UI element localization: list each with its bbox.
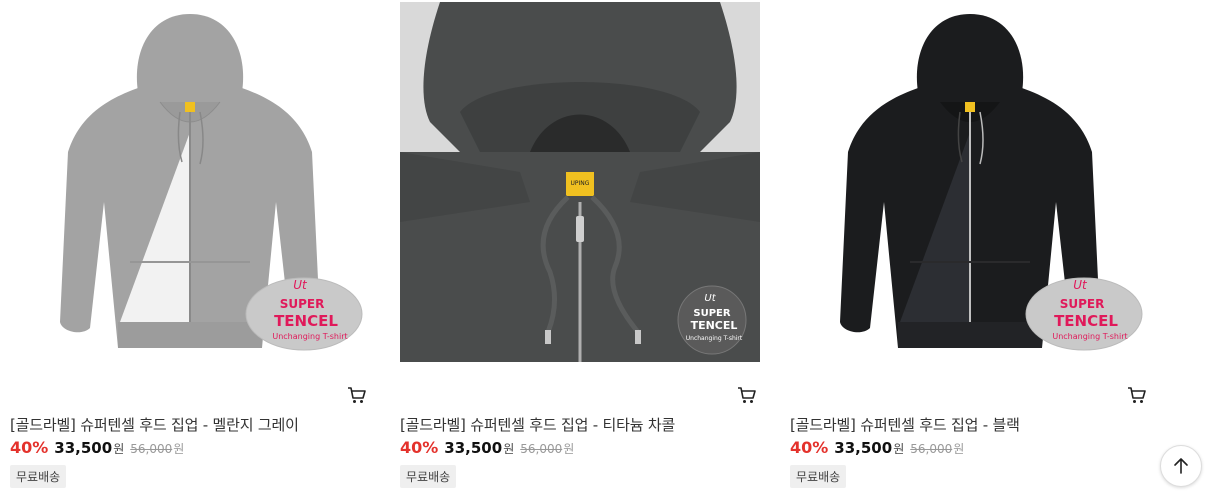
sale-price: 33,500 xyxy=(444,439,503,457)
product-card[interactable]: UPING Ut SUPER TENCEL Unchanging T-shirt… xyxy=(400,0,760,492)
arrow-up-icon xyxy=(1174,458,1188,474)
add-to-cart-button[interactable] xyxy=(736,384,758,406)
currency-unit: 원 xyxy=(893,442,905,456)
swatch-text: SUPER xyxy=(1060,297,1105,311)
original-price: 56,000 xyxy=(520,442,563,456)
swatch-text: TENCEL xyxy=(1054,312,1118,330)
price-row: 40% 33,500원 56,000원 xyxy=(400,438,574,457)
sale-price: 33,500 xyxy=(834,439,893,457)
add-to-cart-button[interactable] xyxy=(346,384,368,406)
price-row: 40% 33,500원 56,000원 xyxy=(10,438,184,457)
add-to-cart-button[interactable] xyxy=(1126,384,1148,406)
currency-unit: 원 xyxy=(113,442,125,456)
product-title[interactable]: [골드라벨] 슈퍼텐셀 후드 집업 - 멜란지 그레이 xyxy=(10,414,299,435)
swatch-text: Unchanging T-shirt xyxy=(686,335,743,342)
product-card[interactable]: Ut SUPER TENCEL Unchanging T-shirt [골드라벨… xyxy=(10,0,370,492)
sale-price: 33,500 xyxy=(54,439,113,457)
currency-unit: 원 xyxy=(503,442,515,456)
swatch-logo: Ut xyxy=(704,293,716,304)
free-shipping-badge: 무료배송 xyxy=(400,465,457,488)
swatch-logo: Ut xyxy=(293,278,308,292)
original-price: 56,000 xyxy=(130,442,173,456)
product-image[interactable]: Ut SUPER TENCEL Unchanging T-shirt xyxy=(10,2,370,362)
currency-unit: 원 xyxy=(173,442,185,456)
cart-icon xyxy=(348,387,366,403)
scroll-to-top-button[interactable] xyxy=(1160,445,1202,487)
discount-rate: 40% xyxy=(10,438,49,457)
cart-icon xyxy=(1128,387,1146,403)
product-image[interactable]: Ut SUPER TENCEL Unchanging T-shirt xyxy=(790,2,1150,362)
currency-unit: 원 xyxy=(953,442,965,456)
currency-unit: 원 xyxy=(563,442,575,456)
product-card[interactable]: Ut SUPER TENCEL Unchanging T-shirt [골드라벨… xyxy=(790,0,1150,492)
product-title[interactable]: [골드라벨] 슈퍼텐셀 후드 집업 - 블랙 xyxy=(790,414,1020,435)
swatch-text: SUPER xyxy=(693,308,730,319)
swatch-text: TENCEL xyxy=(274,312,338,330)
free-shipping-badge: 무료배송 xyxy=(790,465,847,488)
discount-rate: 40% xyxy=(400,438,439,457)
product-image[interactable]: UPING Ut SUPER TENCEL Unchanging T-shirt xyxy=(400,2,760,362)
free-shipping-badge: 무료배송 xyxy=(10,465,67,488)
garment-label-text: UPING xyxy=(571,180,590,187)
swatch-text: TENCEL xyxy=(691,319,738,332)
cart-icon xyxy=(738,387,756,403)
swatch-text: Unchanging T-shirt xyxy=(272,332,347,341)
swatch-text: Unchanging T-shirt xyxy=(1052,332,1127,341)
product-title[interactable]: [골드라벨] 슈퍼텐셀 후드 집업 - 티타늄 차콜 xyxy=(400,414,675,435)
swatch-text: SUPER xyxy=(280,297,325,311)
discount-rate: 40% xyxy=(790,438,829,457)
original-price: 56,000 xyxy=(910,442,953,456)
swatch-logo: Ut xyxy=(1073,278,1088,292)
price-row: 40% 33,500원 56,000원 xyxy=(790,438,964,457)
